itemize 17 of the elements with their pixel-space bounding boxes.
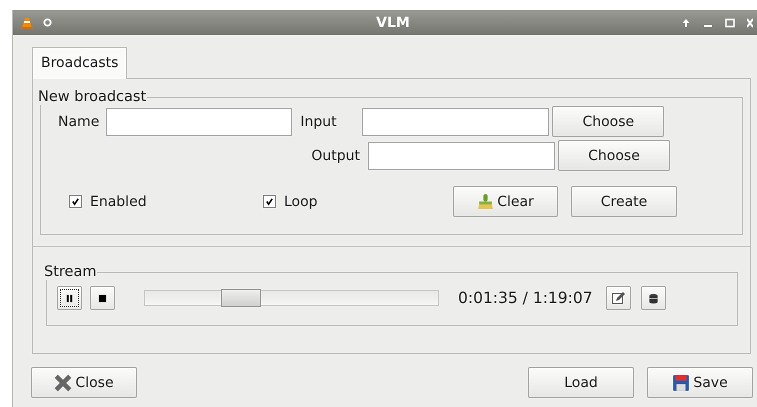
close-button[interactable]: Close <box>31 367 137 398</box>
choose-button[interactable]: Choose <box>552 106 664 137</box>
group-title: Stream <box>43 264 98 280</box>
save-button[interactable]: Save <box>647 367 753 398</box>
checkbox-label: Enabled <box>90 194 147 210</box>
field-label: Output <box>310 148 361 164</box>
field-label: Input <box>300 114 338 130</box>
load-button[interactable]: Load <box>528 367 634 398</box>
window-title: VLM <box>375 14 411 30</box>
checkbox-label: Loop <box>284 194 318 210</box>
time-readout: 0:01:35 / 1:19:07 <box>458 289 593 307</box>
choose-button[interactable]: Choose <box>558 140 670 171</box>
tab[interactable]: Broadcasts <box>32 47 128 79</box>
group-title: New broadcast <box>37 89 148 105</box>
clear-button[interactable]: Clear <box>453 186 558 217</box>
create-button[interactable]: Create <box>571 186 677 217</box>
field-label: Name <box>58 114 100 130</box>
